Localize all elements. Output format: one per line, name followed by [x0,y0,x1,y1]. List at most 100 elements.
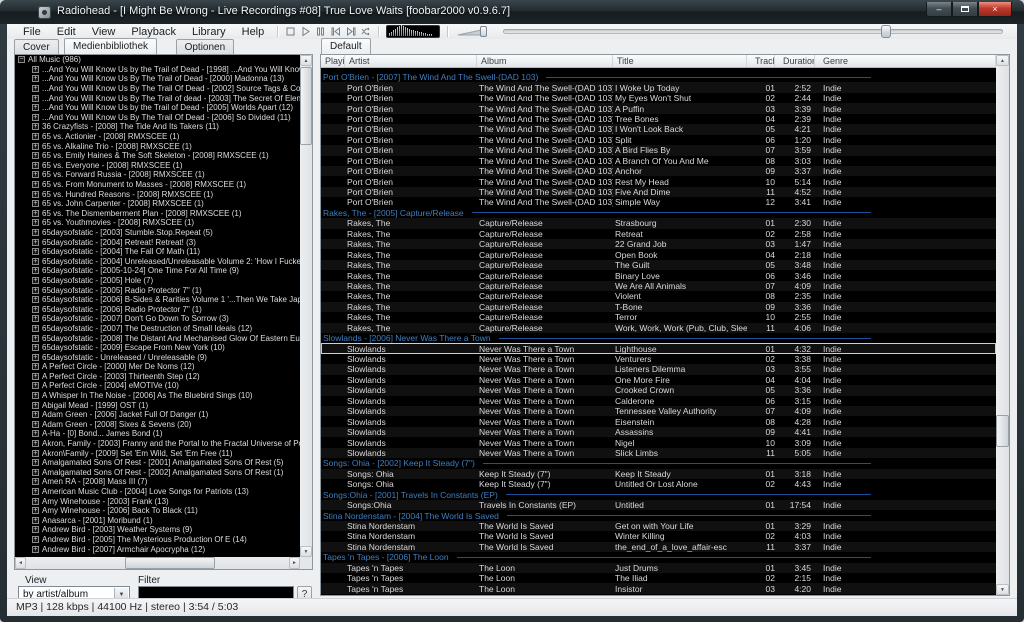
scroll-up-icon[interactable]: ▲ [996,55,1009,66]
playlist-group-header[interactable]: Port O'Brien - [2007] The Wind And The S… [321,72,871,82]
playlist-track-row[interactable]: Port O'BrienThe Wind And The Swell-(DAD … [321,145,996,155]
library-item[interactable]: +American Music Club - [2004] Love Songs… [15,487,300,497]
library-item[interactable]: +Andrew Bird - [2003] Weather Systems (9… [15,525,300,535]
expand-icon[interactable]: + [32,363,39,370]
expand-icon[interactable]: + [32,95,39,102]
expand-icon[interactable]: + [32,411,39,418]
playlist-group-header[interactable]: Slowlands - [2006] Never Was There a Tow… [321,333,871,343]
expand-icon[interactable]: + [32,469,39,476]
stop-button[interactable] [284,25,297,38]
expand-icon[interactable]: + [32,517,39,524]
library-item[interactable]: +65daysofstatic - [2006] B-Sides & Rarit… [15,295,300,305]
expand-icon[interactable]: + [32,248,39,255]
playlist-track-row[interactable]: SlowlandsNever Was There a TownTennessee… [321,406,996,416]
menu-item-file[interactable]: File [15,26,49,38]
playlist-track-row[interactable]: Stina NordenstamThe World Is SavedGet on… [321,521,996,531]
tab-optionen[interactable]: Optionen [176,39,235,54]
expand-icon[interactable]: + [32,267,39,274]
playlist-track-row[interactable]: Rakes, TheCapture/ReleaseRetreat022:58In… [321,229,996,239]
playlist-group-header[interactable]: Stina Nordenstam - [2004] The World Is S… [321,510,871,520]
library-item[interactable]: +Akron, Family - [2003] Franny and the P… [15,439,300,449]
library-item[interactable]: +A Whisper In The Noise - [2006] As The … [15,391,300,401]
column-header-album[interactable]: Album [477,55,613,67]
expand-icon[interactable]: + [32,171,39,178]
playlist-track-row[interactable]: SlowlandsNever Was There a TownVenturers… [321,354,996,364]
expand-icon[interactable]: + [32,114,39,121]
playlist-group-header[interactable]: Rakes, The - [2005] Capture/Release [321,208,871,218]
expand-icon[interactable]: + [32,66,39,73]
previous-button[interactable] [329,25,342,38]
playlist-track-row[interactable]: SlowlandsNever Was There a TownCrooked C… [321,385,996,395]
library-item[interactable]: +65 vs. From Monument to Masses - [2008]… [15,180,300,190]
library-scroll-thumb[interactable] [300,67,312,145]
expand-icon[interactable]: + [32,229,39,236]
playlist-track-row[interactable]: Port O'BrienThe Wind And The Swell-(DAD … [321,176,996,186]
playlist-track-row[interactable]: Tapes 'n TapesThe LoonInsistor034:20Indi… [321,583,996,593]
playlist-track-row[interactable]: Rakes, TheCapture/ReleaseStrasbourg012:3… [321,218,996,228]
seek-bar[interactable] [503,25,1003,38]
playlist-scroll-thumb[interactable] [996,415,1009,447]
maximize-button[interactable] [952,2,978,17]
playlist-track-row[interactable]: Port O'BrienThe Wind And The Swell-(DAD … [321,135,996,145]
library-item[interactable]: +65daysofstatic - [2004] The Fall Of Mat… [15,247,300,257]
library-item[interactable]: +...And You Will Know Us By The Trail of… [15,93,300,103]
title-bar[interactable]: Radiohead - [I Might Be Wrong - Live Rec… [0,0,1024,24]
playlist-track-row[interactable]: Rakes, TheCapture/Release22 Grand Job031… [321,239,996,249]
column-header-genre[interactable]: Genre [815,55,996,67]
expand-icon[interactable]: + [32,450,39,457]
library-item[interactable]: +Amen RA - [2008] Mass III (7) [15,477,300,487]
library-item[interactable]: +A Perfect Circle - [2003] Thirteenth St… [15,372,300,382]
expand-icon[interactable]: + [32,546,39,553]
expand-icon[interactable]: + [32,354,39,361]
library-item[interactable]: +...And You Will Know Us By The Trail of… [15,74,300,84]
library-item[interactable]: +65 vs. John Carpenter - [2008] RMXSCEE … [15,199,300,209]
library-item[interactable]: +...And You Will Know Us by the Trail of… [15,65,300,75]
library-item[interactable]: +Adam Green - [2008] Sixes & Sevens (20) [15,420,300,430]
library-item[interactable]: +65daysofstatic - [2003] Stumble.Stop.Re… [15,228,300,238]
menu-item-library[interactable]: Library [184,26,234,38]
library-item[interactable]: +Andrew Bird - [2005] The Mysterious Pro… [15,535,300,545]
library-item[interactable]: +65daysofstatic - [2005] Hole (7) [15,276,300,286]
scroll-down-icon[interactable]: ▼ [996,584,1009,595]
playlist-track-row[interactable]: Port O'BrienThe Wind And The Swell-(DAD … [321,82,996,92]
volume-thumb[interactable] [480,26,487,37]
expand-icon[interactable]: + [32,75,39,82]
library-item[interactable]: +65 vs. Forward Russia - [2008] RMXSCEE … [15,170,300,180]
scroll-left-icon[interactable]: ◄ [15,557,26,569]
expand-icon[interactable]: + [32,459,39,466]
library-item[interactable]: +65daysofstatic - [2005-10-24] One Time … [15,266,300,276]
playlist-track-row[interactable]: SlowlandsNever Was There a TownAssassins… [321,427,996,437]
play-button[interactable] [299,25,312,38]
menu-item-view[interactable]: View [84,26,124,38]
library-item[interactable]: +65daysofstatic - [2007] The Destruction… [15,324,300,334]
expand-icon[interactable]: + [32,239,39,246]
library-item[interactable]: +65 vs. Actionier - [2008] RMXSCEE (1) [15,132,300,142]
playlist-group-header[interactable]: Songs: Ohia - [2002] Keep It Steady (7") [321,458,871,468]
column-header-duration[interactable]: Duration [775,55,815,67]
expand-icon[interactable]: + [32,498,39,505]
library-item[interactable]: +65 vs. Hundred Reasons - [2008] RMXSCEE… [15,189,300,199]
collapse-icon[interactable]: − [18,56,25,63]
menu-item-edit[interactable]: Edit [49,26,84,38]
playlist-track-row[interactable]: Songs: OhiaKeep It Steady (7")Untitled O… [321,479,996,489]
expand-icon[interactable]: + [32,507,39,514]
playlist-group-header[interactable]: Tapes 'n Tapes - [2006] The Loon [321,552,871,562]
expand-icon[interactable]: + [32,325,39,332]
library-item[interactable]: +65daysofstatic - Unreleased / Unreleasa… [15,352,300,362]
playlist-track-row[interactable]: SlowlandsNever Was There a TownNigel103:… [321,437,996,447]
scroll-up-icon[interactable]: ▲ [300,55,312,66]
playlist-track-row[interactable]: Stina NordenstamThe World Is SavedWinter… [321,531,996,541]
library-item[interactable]: +65 vs. Youthmovies - [2008] RMXSCEE (1) [15,218,300,228]
library-item[interactable]: +Anasarca - [2001] Moribund (1) [15,516,300,526]
random-button[interactable] [359,25,372,38]
library-item[interactable]: +65daysofstatic - [2007] Don't Go Down T… [15,314,300,324]
playlist-track-row[interactable]: Rakes, TheCapture/ReleaseOpen Book042:18… [321,249,996,259]
expand-icon[interactable]: + [32,421,39,428]
expand-icon[interactable]: + [32,488,39,495]
expand-icon[interactable]: + [32,392,39,399]
next-button[interactable] [344,25,357,38]
scroll-down-icon[interactable]: ▼ [300,546,312,557]
expand-icon[interactable]: + [32,123,39,130]
playlist-track-row[interactable]: Rakes, TheCapture/ReleaseViolent082:35In… [321,291,996,301]
playlist-track-row[interactable]: Rakes, TheCapture/ReleaseWork, Work, Wor… [321,323,996,333]
